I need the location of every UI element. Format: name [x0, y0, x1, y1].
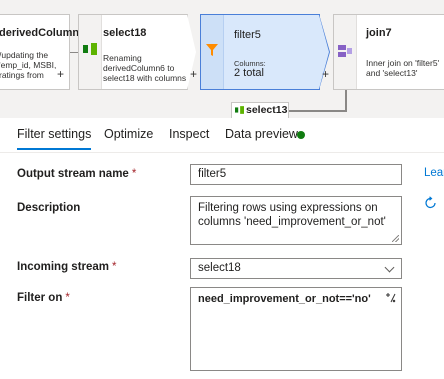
node-description: /updating the 'emp_id, MSBI, ratings fro… — [0, 50, 57, 80]
filter-on-label: Filter on * — [17, 292, 70, 304]
node-title: select18 — [103, 27, 147, 39]
tab-optimize[interactable]: Optimize — [104, 127, 153, 141]
node-title: join7 — [366, 27, 392, 39]
data-flow-canvas[interactable]: derivedColumn6 /updating the 'emp_id, MS… — [0, 0, 444, 118]
required-marker: * — [112, 261, 117, 273]
node-icon-bar — [334, 15, 357, 89]
filter-icon — [206, 44, 218, 56]
data-preview-status-dot — [297, 131, 305, 139]
tab-inspect[interactable]: Inspect — [169, 127, 209, 141]
tab-divider — [0, 152, 444, 153]
required-marker: * — [65, 292, 70, 304]
add-transformation-plus-3[interactable]: + — [322, 67, 329, 81]
node-icon-bar — [201, 15, 224, 89]
flow-node-select18[interactable]: select18 Renaming derivedColumn6 to sele… — [78, 14, 188, 90]
add-transformation-plus-2[interactable]: + — [190, 67, 197, 81]
description-text: Filtering rows using expressions on colu… — [198, 202, 386, 228]
join-icon — [338, 45, 352, 57]
incoming-stream-value: select18 — [198, 262, 241, 274]
tab-filter-settings[interactable]: Filter settings — [17, 127, 92, 150]
flow-node-join7[interactable]: join7 Inner join on 'filter5' and 'selec… — [333, 14, 444, 90]
node-icon-bar — [79, 15, 102, 89]
node-title: select13 — [246, 104, 288, 116]
node-description: Renaming derivedColumn6 to select18 with… — [103, 53, 187, 83]
learn-more-link[interactable]: Lear — [424, 167, 444, 179]
refresh-icon[interactable] — [424, 196, 438, 210]
resize-handle-icon[interactable] — [392, 235, 399, 242]
chevron-down-icon — [384, 262, 395, 273]
select-icon — [83, 43, 97, 55]
description-label: Description — [17, 202, 81, 214]
flow-connector — [70, 52, 78, 53]
node-title: filter5 — [234, 29, 261, 41]
join-connector — [289, 110, 347, 112]
filter-expression-text: need_improvement_or_not=='no' — [198, 293, 371, 305]
filter-expression-editor[interactable]: need_improvement_or_not=='no' — [190, 287, 402, 371]
incoming-stream-label: Incoming stream * — [17, 261, 117, 273]
node-title: derivedColumn6 — [0, 27, 86, 39]
node-description: Inner join on 'filter5' and 'select13' — [366, 58, 440, 78]
select-icon — [235, 106, 244, 114]
output-stream-name-input[interactable]: filter5 — [190, 164, 402, 185]
add-transformation-plus-1[interactable]: + — [57, 67, 64, 81]
flow-node-filter5[interactable]: filter5 Columns: 2 total — [200, 14, 320, 90]
output-stream-label: Output stream name * — [17, 168, 137, 180]
description-textarea[interactable]: Filtering rows using expressions on colu… — [190, 196, 402, 245]
expression-builder-icon[interactable] — [385, 293, 396, 303]
join-connector — [345, 90, 347, 111]
node-columns-count: 2 total — [234, 67, 264, 79]
flow-node-select13[interactable]: select13 — [231, 102, 289, 118]
required-marker: * — [131, 168, 137, 180]
tab-data-preview[interactable]: Data preview — [225, 127, 298, 141]
incoming-stream-select[interactable]: select18 — [190, 258, 402, 279]
settings-tabs: Filter settings Optimize Inspect Data pr… — [0, 118, 444, 152]
